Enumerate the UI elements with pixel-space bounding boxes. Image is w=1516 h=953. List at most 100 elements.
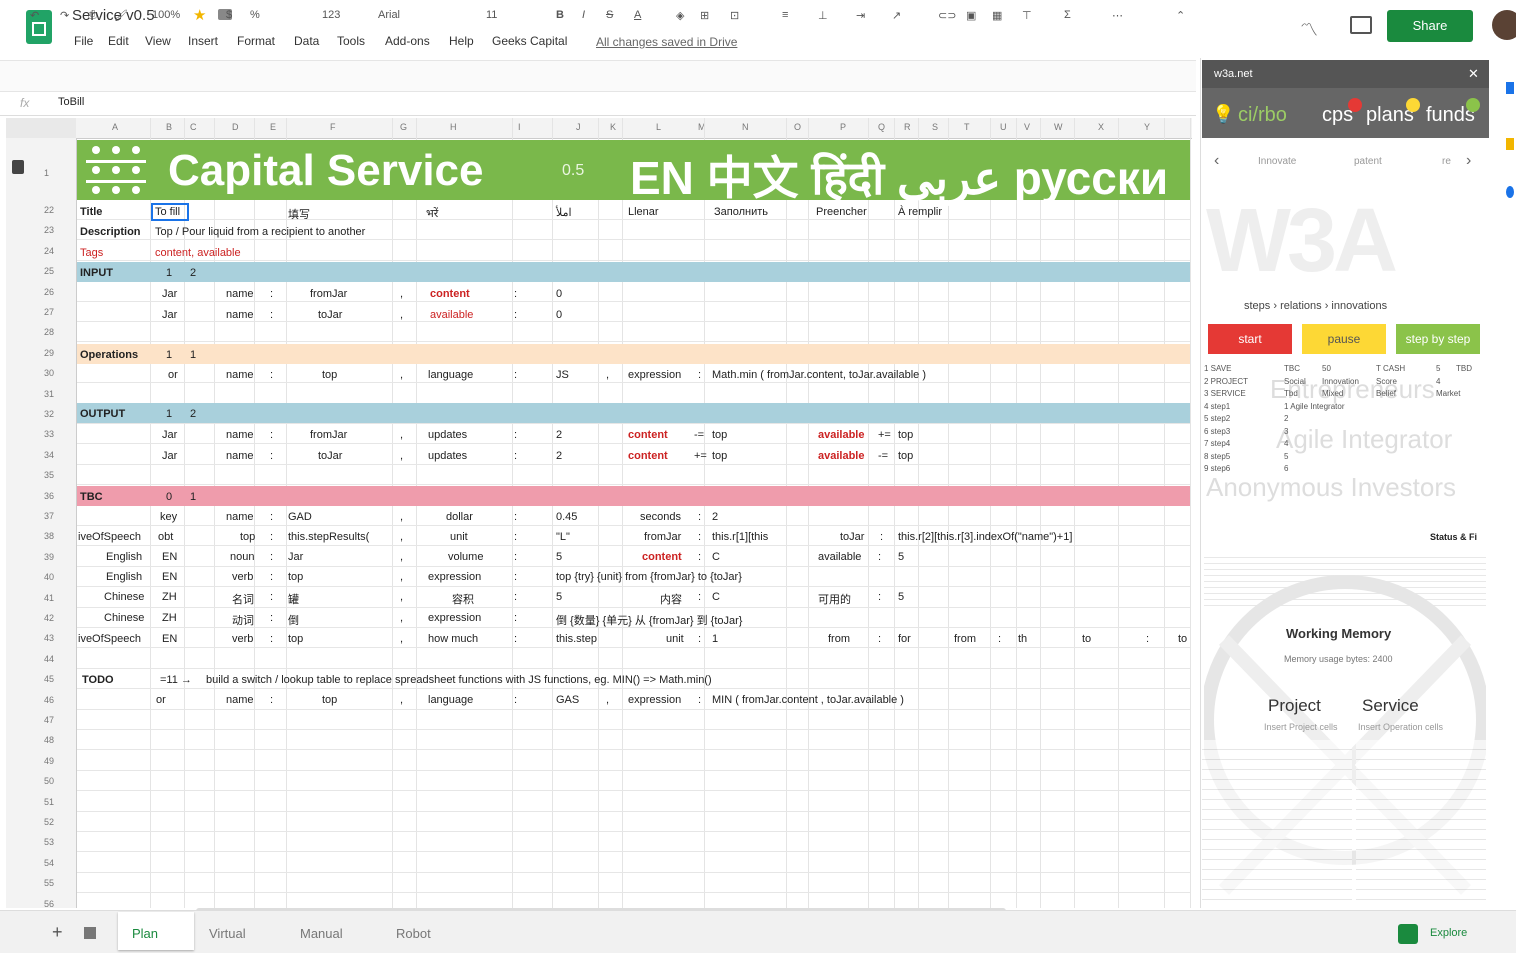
cell-r40-3[interactable]: : [270, 571, 273, 583]
cell-r30-0[interactable]: or [168, 369, 178, 381]
cell-r37-3[interactable]: GAD [288, 511, 312, 523]
cell-r45-0[interactable]: TODO [82, 674, 114, 686]
cell-r41-1[interactable]: ZH [162, 591, 177, 603]
cell-r46-3[interactable]: top [322, 694, 337, 706]
cell-r43-17[interactable]: th [1018, 633, 1027, 645]
cell-r46-9[interactable]: expression [628, 694, 681, 706]
cell-r38-1[interactable]: obt [158, 531, 173, 543]
undo-icon[interactable]: ↶ [30, 9, 39, 22]
cell-r41-7[interactable]: : [514, 591, 517, 603]
cell-r43-9[interactable]: unit [666, 633, 684, 645]
sheet-tab-plan[interactable]: Plan [132, 926, 158, 941]
text-color-icon[interactable]: A [634, 9, 641, 21]
bold-icon[interactable]: B [556, 9, 564, 21]
row-number-1[interactable]: 22 [44, 205, 54, 215]
cell-r27-6[interactable]: : [514, 309, 517, 321]
cell-r46-4[interactable]: , [400, 694, 403, 706]
text-rotation-icon[interactable]: ↗ [892, 9, 901, 22]
cell-r41-4[interactable]: 罐 [288, 591, 299, 607]
cell-r43-16[interactable]: : [998, 633, 1001, 645]
column-header-14[interactable]: O [794, 122, 801, 132]
keep-side-icon[interactable] [1506, 138, 1514, 150]
cell-r39-14[interactable]: 5 [898, 551, 904, 563]
row-number-2[interactable]: 23 [44, 225, 54, 235]
cell-r36-1[interactable]: 0 [166, 491, 172, 503]
cell-r42-5[interactable]: , [400, 612, 403, 624]
row-number-13[interactable]: 34 [44, 450, 54, 460]
redo-icon[interactable]: ↷ [60, 9, 69, 22]
cell-r41-14[interactable]: 5 [898, 591, 904, 603]
filter-icon[interactable]: ⊤ [1022, 9, 1032, 22]
column-header-1[interactable]: B [166, 122, 172, 132]
column-header-8[interactable]: I [518, 122, 521, 132]
column-header-15[interactable]: P [840, 122, 846, 132]
strikethrough-icon[interactable]: S [606, 9, 613, 21]
column-header-9[interactable]: J [576, 122, 581, 132]
cell-r24-1[interactable]: content, available [155, 247, 241, 259]
cell-r43-8[interactable]: this.step [556, 633, 597, 645]
cell-r33-5[interactable]: updates [428, 429, 467, 441]
cell-r41-2[interactable]: 名词 [232, 591, 254, 607]
cell-r46-8[interactable]: , [606, 694, 609, 706]
cell-r38-9[interactable]: fromJar [644, 531, 681, 543]
cell-r43-20[interactable]: to [1178, 633, 1187, 645]
nav-next-icon[interactable]: › [1466, 152, 1471, 170]
cell-r40-7[interactable]: : [514, 571, 517, 583]
cell-r26-7[interactable]: 0 [556, 288, 562, 300]
cell-r27-2[interactable]: : [270, 309, 273, 321]
explore-button[interactable]: Explore [1398, 922, 1476, 946]
cell-r37-4[interactable]: , [400, 511, 403, 523]
cell-r38-6[interactable]: unit [450, 531, 468, 543]
vertical-align-icon[interactable]: ⊥ [818, 9, 828, 22]
row-number-34[interactable]: 55 [44, 878, 54, 888]
menu-tools[interactable]: Tools [337, 34, 365, 48]
cell-r34-11[interactable]: available [818, 450, 864, 462]
cell-r30-11[interactable]: Math.min ( fromJar.content, toJar.availa… [712, 369, 926, 381]
cell-r26-5[interactable]: content [430, 288, 470, 300]
cell-r39-8[interactable]: 5 [556, 551, 562, 563]
column-header-19[interactable]: T [964, 122, 970, 132]
cell-r30-7[interactable]: JS [556, 369, 569, 381]
cell-r41-11[interactable]: C [712, 591, 720, 603]
cell-r38-11[interactable]: this.r[1][this [712, 531, 768, 543]
cell-r27-4[interactable]: , [400, 309, 403, 321]
cell-r37-5[interactable]: dollar [446, 511, 473, 523]
row-number-8[interactable]: 29 [44, 348, 54, 358]
cell-r30-9[interactable]: expression [628, 369, 681, 381]
cell-r41-9[interactable]: 内容 [660, 591, 682, 607]
tasks-side-icon[interactable] [1506, 186, 1514, 198]
cell-r25-1[interactable]: 1 [166, 267, 172, 279]
row-number-10[interactable]: 31 [44, 389, 54, 399]
more-icon[interactable]: ⋯ [1112, 9, 1123, 22]
column-header-17[interactable]: R [904, 122, 911, 132]
sheet-tab-manual[interactable]: Manual [300, 926, 343, 941]
pause-button[interactable]: pause [1302, 324, 1386, 354]
cell-r39-10[interactable]: : [698, 551, 701, 563]
cell-r43-5[interactable]: , [400, 633, 403, 645]
nav-item-patent[interactable]: patent [1354, 156, 1382, 167]
cell-r23-0[interactable]: Description [80, 226, 141, 238]
cell-r32-1[interactable]: 1 [166, 408, 172, 420]
all-sheets-icon[interactable] [84, 927, 96, 939]
cell-r40-0[interactable]: English [106, 571, 142, 583]
column-header-20[interactable]: U [1000, 122, 1007, 132]
borders-icon[interactable]: ⊞ [700, 9, 709, 22]
start-button[interactable]: start [1208, 324, 1292, 354]
cell-r29-0[interactable]: Operations [80, 349, 138, 361]
cell-r43-2[interactable]: verb [232, 633, 253, 645]
cell-r43-14[interactable]: for [898, 633, 911, 645]
print-icon[interactable]: ⎙ [88, 9, 97, 22]
menu-edit[interactable]: Edit [108, 34, 129, 48]
cell-r42-0[interactable]: Chinese [104, 612, 144, 624]
nav-prev-icon[interactable]: ‹ [1214, 152, 1219, 170]
row-number-30[interactable]: 51 [44, 797, 54, 807]
row-number-3[interactable]: 24 [44, 246, 54, 256]
cell-r43-15[interactable]: from [954, 633, 976, 645]
column-header-10[interactable]: K [610, 122, 616, 132]
cell-r37-1[interactable]: name [226, 511, 254, 523]
cell-r39-12[interactable]: available [818, 551, 861, 563]
cell-r33-4[interactable]: , [400, 429, 403, 441]
tab-cirbo[interactable]: ci/rbo [1238, 104, 1287, 127]
row-number-35[interactable]: 56 [44, 899, 54, 909]
cell-r42-4[interactable]: 倒 [288, 612, 299, 628]
